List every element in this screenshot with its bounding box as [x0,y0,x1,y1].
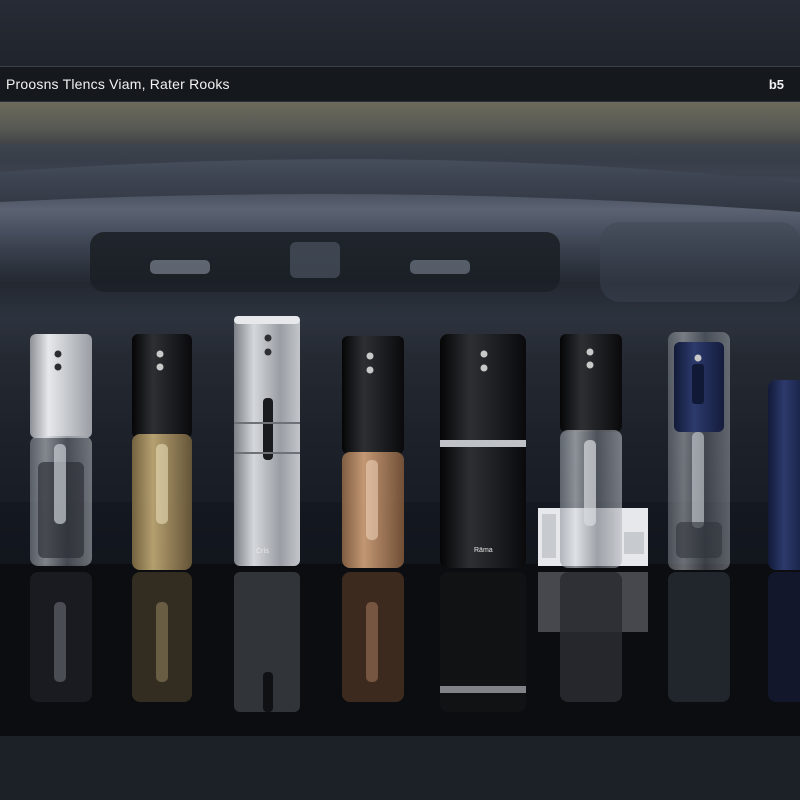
top-margin [0,0,800,66]
product-lineup-illustration: Crís Räma [0,144,800,736]
banner-title: Proosns Tlencs Viam, Rater Rooks [6,76,230,92]
svg-text:Crís: Crís [256,548,269,555]
product-5: Räma [440,334,526,712]
product-1 [30,334,92,702]
product-7 [668,332,730,702]
banner-badge: b5 [768,76,784,92]
product-4 [342,336,404,702]
product-3: Crís [234,316,300,712]
product-photo: Crís Räma [0,102,800,736]
title-bar: Proosns Tlencs Viam, Rater Rooks b5 [0,66,800,102]
product-8 [768,380,800,702]
svg-text:Räma: Räma [474,547,493,554]
bottom-margin [0,736,800,800]
product-2 [132,334,192,702]
